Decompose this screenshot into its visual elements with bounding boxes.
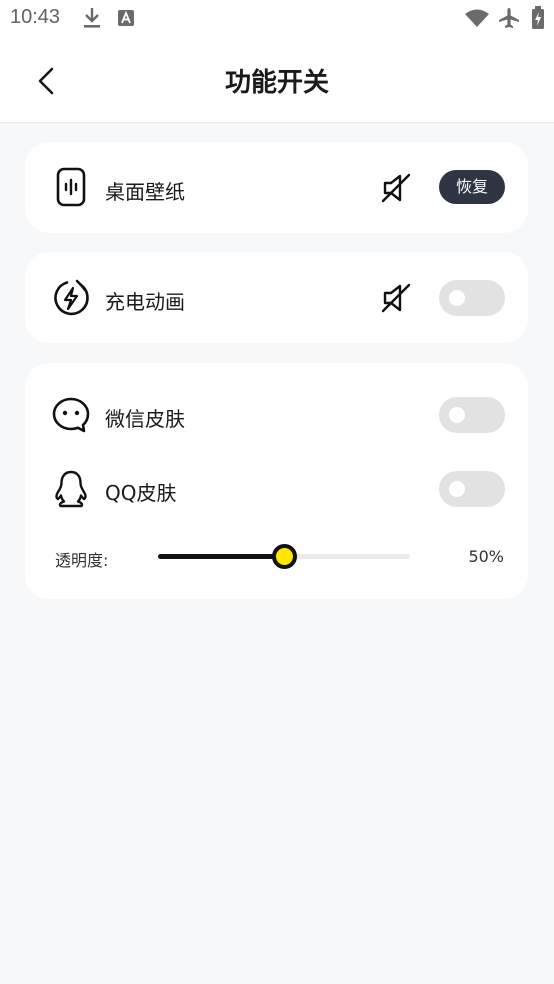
page-title: 功能开关 [224, 68, 329, 98]
toggle-knob [449, 407, 465, 423]
skins-card: 微信皮肤 QQ皮肤 透明度: 50% [25, 363, 528, 599]
app-header: 功能开关 [0, 38, 554, 123]
opacity-slider-fill [158, 554, 284, 559]
font-a-icon [118, 10, 134, 26]
qq-penguin-icon [55, 470, 87, 508]
opacity-slider[interactable] [158, 544, 410, 569]
airplane-mode-icon [499, 8, 519, 28]
charging-lightning-icon [54, 279, 89, 316]
wifi-icon [465, 9, 489, 27]
status-time: 10:43 [10, 6, 61, 28]
charging-animation-card: 充电动画 [25, 252, 528, 343]
qq-skin-label: QQ皮肤 [105, 481, 177, 505]
opacity-value: 50% [468, 547, 504, 566]
opacity-label: 透明度: [55, 551, 109, 570]
wallpaper-label: 桌面壁纸 [105, 180, 185, 204]
sound-muted-icon[interactable] [380, 282, 412, 314]
wallpaper-card: 桌面壁纸 恢复 [25, 142, 528, 233]
charging-animation-toggle[interactable] [439, 280, 505, 316]
opacity-slider-thumb[interactable] [272, 544, 297, 569]
restore-button[interactable]: 恢复 [439, 170, 505, 204]
wallpaper-phone-icon [56, 167, 86, 207]
wechat-skin-toggle[interactable] [439, 397, 505, 433]
toggle-knob [449, 481, 465, 497]
sound-muted-icon[interactable] [380, 172, 412, 204]
qq-skin-toggle[interactable] [439, 471, 505, 507]
status-bar: 10:43 [0, 0, 554, 38]
toggle-knob [449, 290, 465, 306]
battery-charging-icon [532, 6, 544, 29]
wechat-icon [52, 397, 90, 433]
download-icon [84, 8, 100, 28]
wechat-skin-label: 微信皮肤 [105, 407, 185, 431]
charging-animation-label: 充电动画 [105, 290, 185, 314]
